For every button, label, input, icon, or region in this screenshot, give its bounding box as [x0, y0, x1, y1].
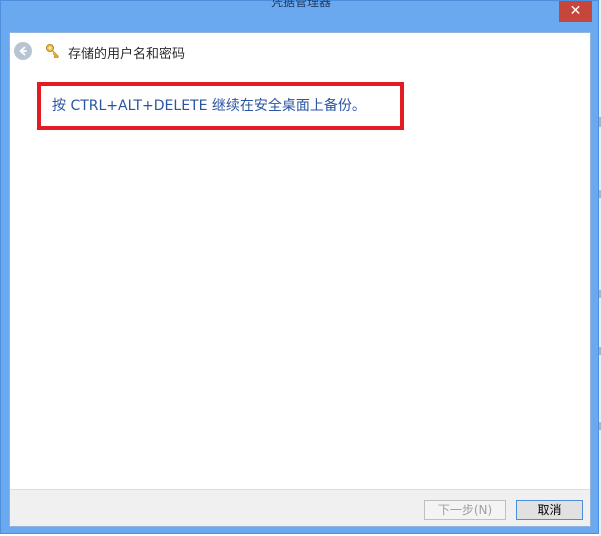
page-title: 存储的用户名和密码 — [68, 47, 186, 62]
credential-dialog-window: 凭据管理器 ✕ 存储的用户名和密码 按 CTRL+ALT+DELETE 继续在安… — [0, 0, 599, 534]
dialog-footer: 下一步(N) 取消 — [10, 489, 590, 526]
screen: 凭据管理器 ✕ 存储的用户名和密码 按 CTRL+ALT+DELETE 继续在安… — [0, 0, 601, 536]
key-icon — [44, 42, 62, 60]
back-arrow-icon — [17, 45, 29, 57]
highlighted-instruction: 按 CTRL+ALT+DELETE 继续在安全桌面上备份。 — [37, 82, 404, 130]
dialog-header: 存储的用户名和密码 — [10, 33, 590, 70]
next-button[interactable]: 下一步(N) — [424, 500, 506, 520]
close-button[interactable]: ✕ — [559, 1, 592, 22]
title-bar: 凭据管理器 ✕ — [1, 0, 598, 31]
back-button[interactable] — [14, 42, 32, 60]
window-title: 凭据管理器 — [271, 0, 332, 9]
instruction-text: 按 CTRL+ALT+DELETE 继续在安全桌面上备份。 — [52, 98, 366, 114]
dialog-content: 存储的用户名和密码 按 CTRL+ALT+DELETE 继续在安全桌面上备份。 … — [9, 32, 591, 527]
cancel-button[interactable]: 取消 — [516, 500, 583, 520]
